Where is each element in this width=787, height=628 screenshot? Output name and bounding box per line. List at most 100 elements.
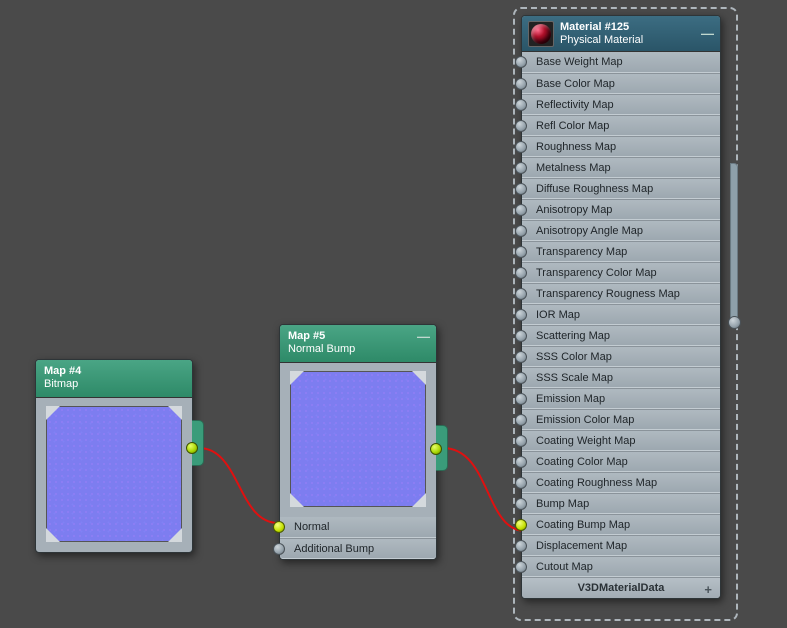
port-additional-bump[interactable]: [273, 543, 285, 555]
material-slot[interactable]: Transparency Map: [522, 241, 720, 262]
port-roughness-map[interactable]: [515, 141, 527, 153]
node-normal-bump[interactable]: Map #5 Normal Bump — Normal Additional B…: [279, 324, 437, 560]
plus-icon[interactable]: +: [704, 580, 712, 600]
node-bitmap-preview-wrap: [36, 398, 192, 552]
port-base-weight-map[interactable]: [515, 56, 527, 68]
material-slot[interactable]: SSS Scale Map: [522, 367, 720, 388]
port-coating-color-map[interactable]: [515, 456, 527, 468]
port-refl-color-map[interactable]: [515, 120, 527, 132]
input-additional-bump-label: Additional Bump: [294, 543, 374, 555]
material-slot-label: Coating Color Map: [536, 456, 628, 468]
port-metalness-map[interactable]: [515, 162, 527, 174]
port-anisotropy-angle-map[interactable]: [515, 225, 527, 237]
port-coating-roughness-map[interactable]: [515, 477, 527, 489]
node-material[interactable]: Material #125 Physical Material — Base W…: [521, 15, 721, 599]
material-slot[interactable]: Displacement Map: [522, 535, 720, 556]
material-slot-label: Transparency Rougness Map: [536, 288, 680, 300]
node-normal-output-port[interactable]: [430, 443, 442, 455]
port-sss-scale-map[interactable]: [515, 372, 527, 384]
port-transparency-color-map[interactable]: [515, 267, 527, 279]
collapse-icon[interactable]: —: [701, 26, 714, 41]
material-slot-label: IOR Map: [536, 309, 580, 321]
port-normal[interactable]: [273, 521, 285, 533]
port-displacement-map[interactable]: [515, 540, 527, 552]
node-bitmap-output-port[interactable]: [186, 442, 198, 454]
material-slot[interactable]: Coating Weight Map: [522, 430, 720, 451]
material-group-port[interactable]: [728, 316, 741, 329]
material-slot[interactable]: Metalness Map: [522, 157, 720, 178]
material-slot[interactable]: Coating Bump Map: [522, 514, 720, 535]
material-slot-label: Displacement Map: [536, 540, 627, 552]
material-slot-label: Anisotropy Map: [536, 204, 612, 216]
material-slot-label: Base Weight Map: [536, 56, 623, 68]
port-transparency-map[interactable]: [515, 246, 527, 258]
material-slot-label: Anisotropy Angle Map: [536, 225, 643, 237]
port-transparency-rougness-map[interactable]: [515, 288, 527, 300]
material-slot-label: Coating Roughness Map: [536, 477, 657, 489]
material-slot-label: SSS Scale Map: [536, 372, 613, 384]
port-anisotropy-map[interactable]: [515, 204, 527, 216]
node-normal-preview[interactable]: [290, 371, 426, 507]
material-slot[interactable]: Roughness Map: [522, 136, 720, 157]
port-cutout-map[interactable]: [515, 561, 527, 573]
node-normal-preview-wrap: [280, 363, 436, 517]
material-slot[interactable]: Emission Map: [522, 388, 720, 409]
input-normal[interactable]: Normal: [280, 517, 436, 538]
material-slot[interactable]: SSS Color Map: [522, 346, 720, 367]
material-slot-label: Refl Color Map: [536, 120, 609, 132]
port-ior-map[interactable]: [515, 309, 527, 321]
input-additional-bump[interactable]: Additional Bump: [280, 538, 436, 559]
node-normal-inputs: Normal Additional Bump: [280, 517, 436, 559]
node-material-footer[interactable]: V3DMaterialData +: [522, 577, 720, 598]
material-slot-label: Transparency Map: [536, 246, 627, 258]
material-slot-label: SSS Color Map: [536, 351, 612, 363]
node-material-subtitle: Physical Material: [560, 34, 695, 47]
material-slot-label: Transparency Color Map: [536, 267, 657, 279]
material-slot[interactable]: Bump Map: [522, 493, 720, 514]
material-slot[interactable]: Scattering Map: [522, 325, 720, 346]
node-bitmap-subtitle: Bitmap: [44, 378, 184, 391]
node-bitmap[interactable]: Map #4 Bitmap: [35, 359, 193, 553]
material-slot[interactable]: Reflectivity Map: [522, 94, 720, 115]
material-slot[interactable]: Diffuse Roughness Map: [522, 178, 720, 199]
material-slot[interactable]: Base Weight Map: [522, 52, 720, 73]
port-diffuse-roughness-map[interactable]: [515, 183, 527, 195]
port-emission-color-map[interactable]: [515, 414, 527, 426]
footer-label: V3DMaterialData: [578, 582, 665, 594]
port-emission-map[interactable]: [515, 393, 527, 405]
node-bitmap-header[interactable]: Map #4 Bitmap: [36, 360, 192, 398]
material-slot-label: Roughness Map: [536, 141, 616, 153]
material-slot[interactable]: Refl Color Map: [522, 115, 720, 136]
collapse-icon[interactable]: —: [417, 329, 430, 344]
node-bitmap-preview[interactable]: [46, 406, 182, 542]
port-base-color-map[interactable]: [515, 78, 527, 90]
node-normal-header[interactable]: Map #5 Normal Bump —: [280, 325, 436, 363]
material-slot-label: Metalness Map: [536, 162, 611, 174]
input-normal-label: Normal: [294, 521, 329, 533]
material-slot-label: Coating Bump Map: [536, 519, 630, 531]
port-coating-weight-map[interactable]: [515, 435, 527, 447]
material-slot-label: Scattering Map: [536, 330, 610, 342]
material-sphere-icon: [528, 21, 554, 47]
material-slot[interactable]: Transparency Rougness Map: [522, 283, 720, 304]
material-slot[interactable]: Anisotropy Angle Map: [522, 220, 720, 241]
material-slot[interactable]: Base Color Map: [522, 73, 720, 94]
material-slot[interactable]: Coating Color Map: [522, 451, 720, 472]
node-material-header[interactable]: Material #125 Physical Material —: [522, 16, 720, 52]
port-sss-color-map[interactable]: [515, 351, 527, 363]
material-slot[interactable]: Anisotropy Map: [522, 199, 720, 220]
node-normal-title: Map #5: [288, 329, 428, 343]
material-slot[interactable]: Transparency Color Map: [522, 262, 720, 283]
material-slot[interactable]: IOR Map: [522, 304, 720, 325]
material-slot-label: Cutout Map: [536, 561, 593, 573]
material-slot-label: Emission Map: [536, 393, 605, 405]
material-slot[interactable]: Coating Roughness Map: [522, 472, 720, 493]
port-reflectivity-map[interactable]: [515, 99, 527, 111]
material-slot-label: Reflectivity Map: [536, 99, 614, 111]
port-bump-map[interactable]: [515, 498, 527, 510]
node-material-slots: Base Weight Map Base Color Map Reflectivit…: [522, 52, 720, 577]
material-slot[interactable]: Cutout Map: [522, 556, 720, 577]
port-scattering-map[interactable]: [515, 330, 527, 342]
material-slot[interactable]: Emission Color Map: [522, 409, 720, 430]
port-coating-bump-map[interactable]: [515, 519, 527, 531]
